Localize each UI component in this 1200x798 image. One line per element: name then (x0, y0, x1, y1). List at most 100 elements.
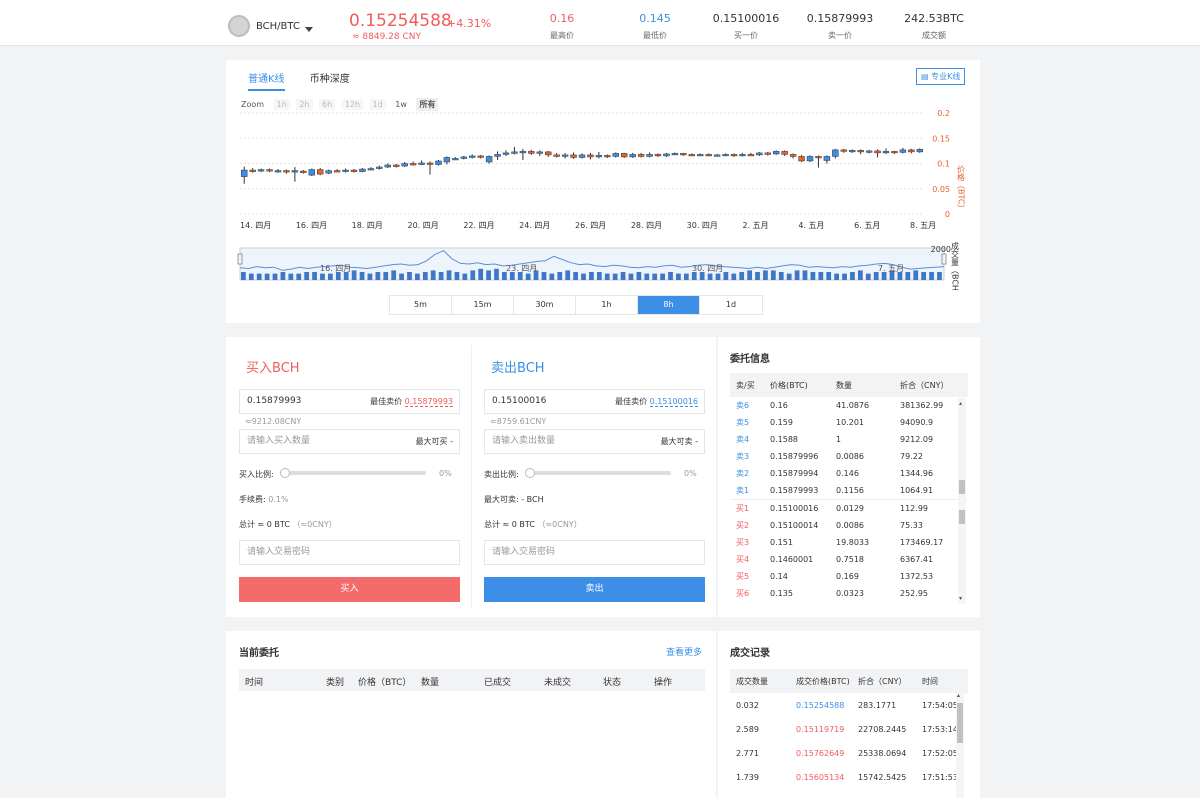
orderbook-bid-row[interactable]: 买3 0.151 19.8033 173469.17 (730, 534, 968, 551)
orderbook-bid-row[interactable]: 买5 0.14 0.169 1372.53 (730, 568, 968, 585)
sell-ratio-slider[interactable] (529, 471, 671, 475)
candle-body (840, 149, 847, 152)
candle-body (798, 156, 805, 162)
orderbook-bid-row[interactable]: 买6 0.135 0.0323 252.95 (730, 585, 968, 602)
volume-bar (691, 272, 697, 280)
candle-body (274, 170, 282, 173)
sell-ratio-knob[interactable] (525, 468, 535, 478)
volume-bar (802, 270, 808, 280)
volume-bar (288, 273, 294, 280)
x-tick-label: 2. 五月 (743, 221, 769, 230)
buy-price-input[interactable]: 0.15879993 最佳卖价 0.15879993 (239, 389, 460, 414)
candle-body (621, 153, 628, 158)
ticker-header: BCH/BTC 0.15254588 +4.31% ≈ 8849.28 CNY … (0, 0, 1200, 46)
bch-coin-icon (228, 15, 250, 37)
interval-1h[interactable]: 1h (576, 296, 638, 314)
y-tick-label: 0 (945, 210, 950, 219)
interval-1d[interactable]: 1d (700, 296, 762, 314)
volume-bar (850, 272, 855, 280)
trades-table: 成交数量 成交价格(BTC) 折合（CNY） 时间 0.032 0.1525458… (730, 669, 968, 798)
buy-price-cny: ≈9212.08CNY (245, 417, 302, 426)
scroll-thumb[interactable] (959, 480, 965, 494)
sell-password-input[interactable]: 请输入交易密码 (484, 540, 705, 565)
sell-total: 总计 ≈ 0 BTC （≈0CNY） (484, 520, 582, 529)
candle-body (857, 150, 864, 153)
volume-bar (343, 272, 349, 280)
volume-bar (897, 272, 903, 280)
scroll-up-icon[interactable]: ▴ (957, 692, 960, 699)
orderbook-ask-row[interactable]: 卖3 0.15879996 0.0086 79.22 (730, 448, 968, 465)
interval-5m[interactable]: 5m (390, 296, 452, 314)
candle-body (241, 169, 248, 177)
orderbook-bid-row[interactable]: 买4 0.1460001 0.7518 6367.41 (730, 551, 968, 568)
scroll-thumb[interactable] (959, 510, 965, 524)
scroll-down-icon[interactable]: ▾ (959, 595, 962, 602)
volume-bar (430, 270, 436, 280)
volume-bar (375, 272, 381, 280)
volume-bar (509, 272, 515, 280)
candle-body (882, 151, 890, 154)
navigator-handle-right[interactable] (941, 253, 947, 265)
interval-15m[interactable]: 15m (452, 296, 514, 314)
buy-ratio-slider[interactable] (284, 471, 426, 475)
current-orders-title: 当前委托 (239, 648, 279, 659)
interval-30m[interactable]: 30m (514, 296, 576, 314)
scroll-up-icon[interactable]: ▴ (959, 400, 962, 407)
candle-body (553, 154, 560, 157)
volume-bar (676, 273, 681, 280)
volume-bar (502, 272, 507, 280)
view-more-link[interactable]: 查看更多 (666, 645, 702, 658)
buy-password-input[interactable]: 请输入交易密码 (239, 540, 460, 565)
scroll-thumb[interactable] (957, 703, 963, 743)
sell-button[interactable]: 卖出 (484, 577, 705, 602)
volume-bar (454, 272, 460, 280)
volume-bar (668, 272, 673, 280)
best-bid-value[interactable]: 0.15100016 (649, 397, 698, 407)
volume-bar (517, 272, 523, 280)
trades-scrollbar[interactable]: ▴ (956, 691, 964, 798)
best-ask-value[interactable]: 0.15879993 (404, 397, 453, 407)
x-tick-label: 6. 五月 (854, 221, 880, 230)
candle-body (393, 164, 400, 167)
navigator-tick-label: 23. 四月 (506, 264, 537, 273)
x-tick-label: 18. 四月 (352, 221, 383, 230)
candle-body (317, 169, 324, 175)
volume-bar (905, 272, 911, 280)
candlestick-chart[interactable]: 0.2 0.15 0.1 0.05 0 价格（BTC） 14. 四月 16. 四月 18. 四月… (226, 60, 980, 290)
buy-ratio-knob[interactable] (280, 468, 290, 478)
orderbook-ask-row[interactable]: 卖4 0.1588 1 9212.09 (730, 431, 968, 448)
candle-body (773, 151, 780, 155)
candle-body (722, 154, 729, 157)
orderbook-bid-row[interactable]: 买2 0.15100014 0.0086 75.33 (730, 517, 968, 534)
volume-bar (707, 273, 713, 280)
orderbook-bid-row[interactable]: 买1 0.15100016 0.0129 112.99 (730, 500, 968, 517)
orderbook-title: 委托信息 (730, 354, 770, 365)
orderbook-ask-row[interactable]: 卖5 0.159 10.201 94090.9 (730, 414, 968, 431)
caret-down-icon[interactable] (305, 27, 313, 32)
volume-bar (304, 272, 310, 280)
candle-body (874, 150, 881, 154)
candle-body (333, 170, 341, 173)
navigator-handle-left[interactable] (237, 253, 243, 265)
price-change: +4.31% (447, 17, 492, 30)
pair-selector-label[interactable]: BCH/BTC (256, 21, 300, 32)
sell-amount-input[interactable]: 请输入卖出数量 最大可卖 - (484, 429, 705, 454)
candle-body (764, 152, 771, 155)
interval-8h[interactable]: 8h (638, 296, 700, 314)
buy-amount-input[interactable]: 请输入买入数量 最大可买 - (239, 429, 460, 454)
orderbook-scrollbar[interactable]: ▴ ▾ (958, 398, 966, 604)
orderbook-ask-row[interactable]: 卖2 0.15879994 0.146 1344.96 (730, 465, 968, 482)
orderbook-ask-row[interactable]: 卖1 0.15879993 0.1156 1064.91 (730, 482, 968, 499)
sell-ratio-label: 卖出比例: (484, 470, 519, 479)
volume-bar (810, 272, 816, 280)
volume-bar (549, 273, 555, 280)
orderbook-ask-row[interactable]: 卖6 0.16 41.0876 381362.99 (730, 397, 968, 414)
buy-button[interactable]: 买入 (239, 577, 460, 602)
chart-panel: 普通K线 币种深度 ▤ 专业K线 Zoom 1h 2h 6h 12h 1d 1w… (226, 60, 980, 323)
sell-price-input[interactable]: 0.15100016 最佳卖价 0.15100016 (484, 389, 705, 414)
volume-bar (842, 273, 847, 280)
volume-bar (731, 273, 737, 280)
volume-bar (937, 272, 942, 280)
volume-bar (351, 270, 357, 280)
candle-body (308, 169, 315, 176)
